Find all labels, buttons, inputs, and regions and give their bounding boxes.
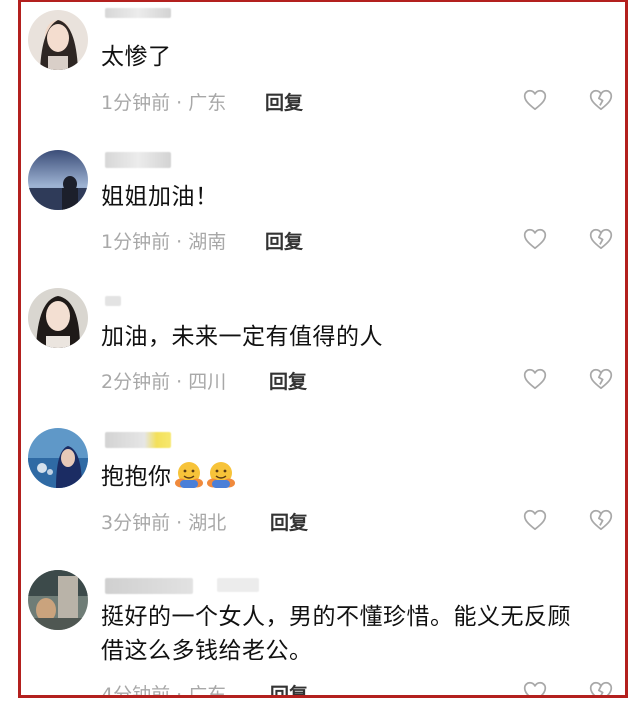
broken-heart-outline-icon[interactable] [588,87,614,113]
reply-button[interactable]: 回复 [265,227,303,254]
username-blurred[interactable] [105,296,121,306]
comment-text-body: 抱抱你 [101,464,172,490]
username-blurred[interactable] [105,432,171,448]
heart-outline-icon[interactable] [522,507,548,533]
username-blurred[interactable] [105,578,193,594]
comment-time: 1分钟前 [101,231,171,253]
meta-separator: · [170,371,189,393]
broken-heart-outline-icon[interactable] [588,226,614,252]
reply-button[interactable]: 回复 [265,88,303,115]
comment-location: 广东 [188,684,227,698]
broken-heart-outline-icon[interactable] [588,507,614,533]
username-blurred[interactable] [105,8,171,18]
comment-meta: 2分钟前 · 四川 [101,367,226,394]
meta-separator: · [170,684,189,698]
comments-frame: 太惨了 1分钟前 · 广东 回复 姐姐加油！ 1分钟前 · 湖南 回复 加油，未… [18,0,628,698]
comment-time: 4分钟前 [101,684,171,698]
meta-separator: · [170,512,189,534]
broken-heart-outline-icon[interactable] [588,366,614,392]
heart-outline-icon[interactable] [522,366,548,392]
comment-text: 加油，未来一定有值得的人 [101,324,383,350]
reply-button[interactable]: 回复 [269,367,307,394]
comment-time: 2分钟前 [101,371,171,393]
heart-outline-icon[interactable] [522,87,548,113]
heart-outline-icon[interactable] [522,226,548,252]
avatar[interactable] [28,288,88,348]
comment-meta: 1分钟前 · 湖南 [101,227,226,254]
comment-meta: 4分钟前 · 广东 [101,680,227,698]
avatar[interactable] [28,150,88,210]
comment-text: 太惨了 [101,44,172,70]
comment-location: 湖北 [188,512,227,534]
comment-location: 湖南 [188,231,227,253]
avatar[interactable] [28,428,88,488]
username-blurred[interactable] [105,152,171,168]
username-secondary-blurred [217,578,259,592]
comment-time: 1分钟前 [101,92,171,114]
comment-text: 姐姐加油！ [101,184,219,210]
avatar[interactable] [28,10,88,70]
comment-text-line1: 挺好的一个女人，男的不懂珍惜。能义无反顾 [101,604,571,630]
comment-text: 抱抱你 [101,460,236,495]
comment-location: 广东 [188,92,227,114]
comment-text-line2: 借这么多钱给老公。 [101,638,313,664]
reply-button[interactable]: 回复 [270,508,308,535]
comment-location: 四川 [188,371,227,393]
comment-meta: 1分钟前 · 广东 [101,88,226,115]
comment-meta: 3分钟前 · 湖北 [101,508,226,535]
hug-emoji-icon [174,462,203,488]
avatar[interactable] [28,570,88,630]
meta-separator: · [170,231,189,253]
hug-emoji-icon [206,462,235,488]
broken-heart-outline-icon[interactable] [588,679,614,695]
reply-button[interactable]: 回复 [270,680,308,695]
meta-separator: · [170,92,189,114]
comment-time: 3分钟前 [101,512,171,534]
heart-outline-icon[interactable] [522,679,548,695]
